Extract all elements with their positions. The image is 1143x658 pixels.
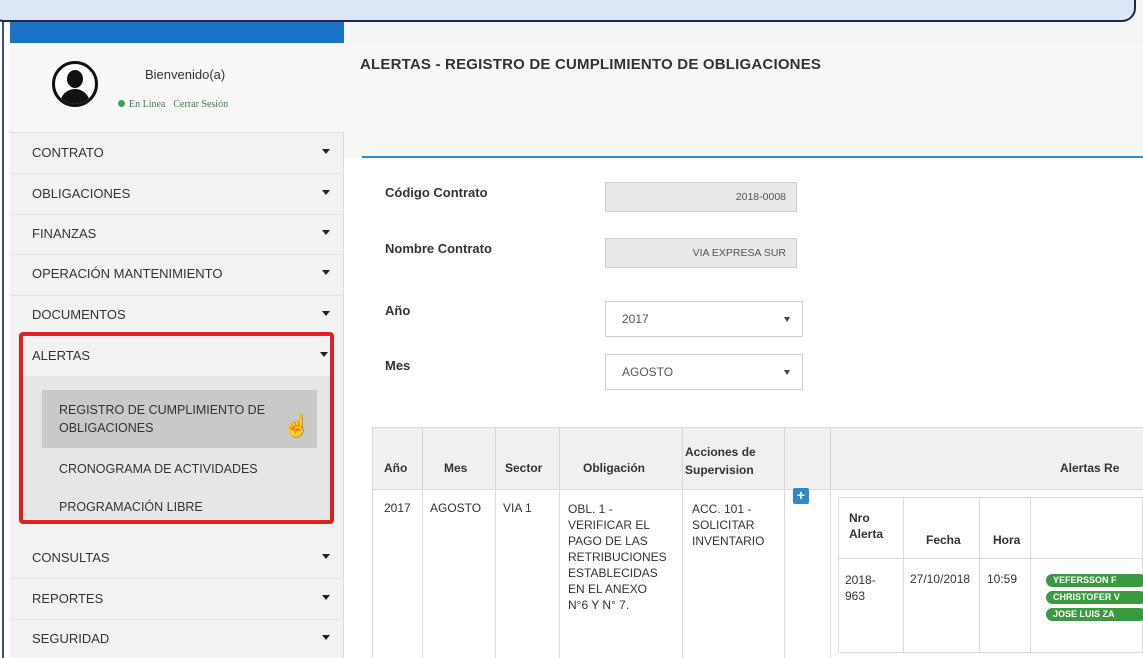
caret-down-icon <box>322 149 330 154</box>
subcell-hora: 10:59 <box>987 572 1018 586</box>
mes-label: Mes <box>385 358 411 373</box>
person-badge: CHRISTOFER V <box>1046 591 1143 604</box>
sidebar-item-label: CONSULTAS <box>32 550 110 565</box>
anio-select[interactable]: 2017 <box>605 301 803 337</box>
person-badge: YEFERSSON F <box>1046 574 1143 587</box>
sidebar-item-label: OPERACIÓN MANTENIMIENTO <box>32 266 223 281</box>
sidebar-item-label: SEGURIDAD <box>32 631 110 646</box>
caret-down-icon <box>322 311 330 316</box>
sidebar-item-label: OBLIGACIONES <box>32 186 131 201</box>
mes-select-value: AGOSTO <box>622 365 674 379</box>
hand-pointer-cursor-icon: ☝ <box>283 413 311 438</box>
select-caret-icon <box>784 370 790 375</box>
obligaciones-table: Año Mes Sector Obligación Acciones de Su… <box>372 427 1143 658</box>
cell-obligacion: OBL. 1 - VERIFICAR EL PAGO DE LAS RETRIB… <box>568 502 667 612</box>
sidebar-item-operacion-mantenimiento[interactable]: OPERACIÓN MANTENIMIENTO <box>10 254 344 294</box>
caret-down-icon <box>322 595 330 600</box>
col-header-anio: Año <box>384 461 408 475</box>
caret-down-icon <box>322 554 330 559</box>
select-caret-icon <box>784 317 790 322</box>
anio-label: Año <box>385 303 411 318</box>
sidebar-item-label: FINANZAS <box>32 226 97 241</box>
online-status-label: En Línea <box>129 99 166 110</box>
caret-down-icon <box>322 230 330 235</box>
nombre-contrato-field: VIA EXPRESA SUR <box>605 238 797 268</box>
sidebar-item-label: REPORTES <box>32 591 104 606</box>
nombre-contrato-label: Nombre Contrato <box>385 241 492 256</box>
cell-anio: 2017 <box>384 501 411 515</box>
cell-sector: VIA 1 <box>503 501 532 515</box>
caret-down-icon <box>322 270 330 275</box>
logout-link[interactable]: Cerrar Sesión <box>173 99 228 110</box>
caret-down-icon <box>322 635 330 640</box>
sidebar-item-documentos[interactable]: DOCUMENTOS <box>10 295 344 335</box>
welcome-text: Bienvenido(a) <box>145 67 226 82</box>
table-header-row <box>372 427 1143 489</box>
user-panel: Bienvenido(a) En Línea Cerrar Sesión <box>10 43 344 133</box>
subcell-nro-alerta: 2018- 963 <box>845 573 876 603</box>
col-header-alertas: Alertas Re <box>1060 461 1120 475</box>
col-header-obligacion: Obligación <box>583 461 646 475</box>
user-status: En Línea Cerrar Sesión <box>118 99 228 110</box>
sidebar-item-contrato[interactable]: CONTRATO <box>10 133 344 173</box>
online-status-icon <box>118 100 125 107</box>
anio-select-value: 2017 <box>622 312 649 326</box>
codigo-contrato-field: 2018-0008 <box>605 182 797 212</box>
col-header-mes: Mes <box>444 461 468 475</box>
caret-down-icon <box>322 190 330 195</box>
person-badge: JOSE LUIS ZA <box>1046 608 1143 621</box>
sidebar-item-label: DOCUMENTOS <box>32 307 126 322</box>
sidebar-item-finanzas[interactable]: FINANZAS <box>10 214 344 254</box>
cell-acciones: ACC. 101 - SOLICITAR INVENTARIO <box>692 502 765 548</box>
sidebar-item-label: CONTRATO <box>32 145 104 160</box>
subcell-fecha: 27/10/2018 <box>910 572 971 586</box>
callout-banner <box>0 0 1136 22</box>
page-title: ALERTAS - REGISTRO DE CUMPLIMIENTO DE OB… <box>360 56 822 73</box>
sidebar-item-reportes[interactable]: REPORTES <box>10 579 344 619</box>
subcol-header-nro-alerta: Nro Alerta <box>849 511 884 541</box>
cell-mes: AGOSTO <box>430 501 482 515</box>
subcol-header-hora: Hora <box>993 533 1021 547</box>
header-divider <box>362 156 1143 158</box>
sidebar-item-obligaciones[interactable]: OBLIGACIONES <box>10 174 344 214</box>
codigo-contrato-label: Código Contrato <box>385 185 488 200</box>
user-avatar-icon[interactable] <box>52 61 98 107</box>
col-header-acciones: Acciones de Supervision <box>685 445 756 477</box>
sidebar-item-consultas[interactable]: CONSULTAS <box>10 538 344 578</box>
subcol-header-fecha: Fecha <box>926 533 961 547</box>
add-alert-button[interactable]: + <box>793 488 809 504</box>
col-header-sector: Sector <box>505 461 543 475</box>
sidebar-item-seguridad[interactable]: SEGURIDAD <box>10 619 344 658</box>
window-left-edge <box>0 0 6 658</box>
alerts-subtable: Nro Alerta Fecha Hora 2018- 963 27/10/20… <box>838 497 1143 654</box>
mes-select[interactable]: AGOSTO <box>605 354 803 390</box>
